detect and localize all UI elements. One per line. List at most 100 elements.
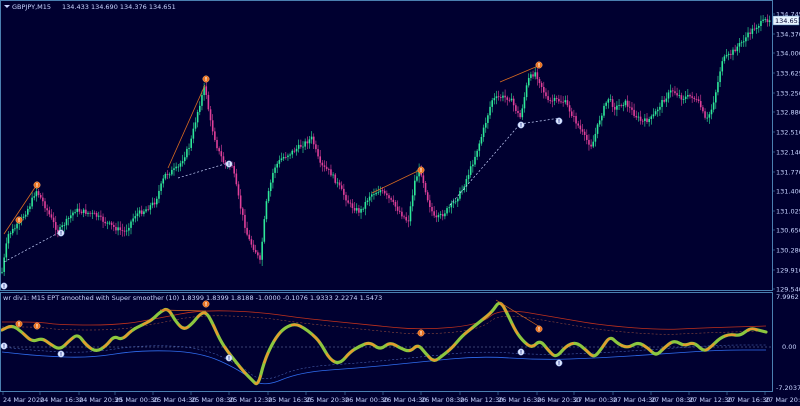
candle-body bbox=[727, 53, 730, 55]
candle-body bbox=[620, 105, 622, 107]
candle-body bbox=[340, 185, 343, 189]
candle-body bbox=[27, 208, 29, 215]
candle-body bbox=[386, 193, 388, 196]
price-axis-label: 132.880 bbox=[776, 108, 800, 116]
candle-body bbox=[732, 49, 734, 55]
candle-body bbox=[205, 86, 208, 95]
candle-body bbox=[760, 20, 762, 27]
candle-body bbox=[269, 182, 272, 192]
candle-body bbox=[506, 97, 509, 100]
candle-body bbox=[24, 214, 27, 217]
candle-body bbox=[267, 191, 270, 202]
candle-body bbox=[95, 213, 98, 217]
bearish-divergence-icon bbox=[33, 322, 41, 330]
price-panel[interactable] bbox=[0, 0, 773, 291]
candle-body bbox=[76, 208, 79, 212]
candle-body bbox=[29, 206, 31, 209]
candle-body bbox=[631, 107, 633, 110]
bearish-divergence-icon bbox=[15, 320, 23, 328]
candle-body bbox=[278, 160, 281, 164]
chart-title: GBPJPY,M15 134.433 134.690 134.376 134.6… bbox=[4, 3, 176, 11]
candle-body bbox=[106, 222, 109, 224]
candle-body bbox=[306, 141, 309, 144]
candle-body bbox=[351, 203, 354, 208]
candle-body bbox=[706, 117, 708, 119]
candle-body bbox=[14, 228, 16, 230]
candle-body bbox=[140, 210, 143, 215]
candle-body bbox=[611, 99, 614, 107]
candle-body bbox=[405, 216, 407, 221]
candle-body bbox=[153, 202, 156, 205]
candle-body bbox=[592, 141, 595, 147]
candle-body bbox=[218, 148, 220, 152]
time-axis-label: 25 Mar 12:30 bbox=[229, 396, 272, 404]
candle-body bbox=[717, 82, 719, 93]
trading-chart[interactable]: GBPJPY,M15 134.433 134.690 134.376 134.6… bbox=[0, 0, 800, 406]
candle-body bbox=[480, 136, 483, 144]
candle-body bbox=[82, 209, 85, 213]
candle-body bbox=[188, 147, 190, 149]
candle-body bbox=[588, 139, 590, 145]
bullish-divergence-icon bbox=[57, 229, 65, 237]
candle-body bbox=[469, 166, 472, 175]
candle-body bbox=[310, 136, 313, 140]
candle-body bbox=[345, 194, 347, 201]
candle-body bbox=[710, 109, 713, 115]
candle-body bbox=[162, 178, 165, 184]
candle-body bbox=[364, 201, 367, 209]
candle-body bbox=[439, 214, 442, 216]
candle-body bbox=[39, 195, 42, 198]
candle-body bbox=[110, 222, 113, 226]
candle-body bbox=[712, 102, 715, 110]
candle-body bbox=[672, 90, 674, 92]
candle-body bbox=[168, 174, 171, 176]
candle-body bbox=[693, 97, 696, 100]
bullish-divergence-icon bbox=[517, 121, 525, 129]
candle-body bbox=[388, 195, 390, 199]
candle-body bbox=[175, 166, 177, 169]
candle-body bbox=[616, 105, 618, 110]
candle-body bbox=[237, 184, 240, 196]
candle-body bbox=[489, 106, 491, 116]
candle-body bbox=[721, 61, 724, 72]
candle-body bbox=[70, 215, 72, 219]
candle-body bbox=[113, 225, 115, 227]
candle-body bbox=[674, 91, 676, 94]
candle-body bbox=[459, 190, 461, 199]
candle-body bbox=[491, 100, 493, 107]
candle-body bbox=[515, 105, 517, 111]
candle-body bbox=[214, 131, 216, 140]
candle-body bbox=[538, 79, 541, 84]
candle-body bbox=[244, 214, 246, 228]
candle-body bbox=[525, 85, 528, 98]
candle-body bbox=[360, 208, 362, 213]
candle-body bbox=[390, 198, 392, 200]
candle-body bbox=[476, 150, 478, 157]
candle-body bbox=[235, 173, 238, 185]
candle-body bbox=[719, 71, 721, 83]
price-axis-label: 131.770 bbox=[776, 168, 800, 176]
time-axis-label: 26 Mar 00:30 bbox=[345, 396, 388, 404]
candle-body bbox=[633, 109, 635, 116]
ohlc-label: 134.433 134.690 134.376 134.651 bbox=[62, 3, 176, 11]
candle-body bbox=[493, 98, 496, 101]
candle-body bbox=[242, 208, 244, 215]
candle-body bbox=[149, 205, 152, 210]
candle-body bbox=[297, 144, 300, 149]
candle-body bbox=[691, 96, 693, 98]
candle-body bbox=[156, 198, 158, 205]
indicator-panel[interactable] bbox=[0, 292, 773, 392]
candle-body bbox=[233, 166, 235, 174]
candle-body bbox=[65, 218, 68, 226]
price-axis: 134.745134.370134.000133.625133.250132.8… bbox=[772, 10, 800, 293]
candle-body bbox=[424, 183, 427, 193]
candle-body bbox=[590, 144, 592, 147]
candle-body bbox=[581, 129, 584, 132]
candle-body bbox=[91, 212, 94, 214]
candle-body bbox=[549, 100, 552, 101]
candle-body bbox=[22, 216, 25, 218]
candle-body bbox=[252, 244, 255, 250]
candle-body bbox=[334, 174, 337, 183]
candle-body bbox=[613, 106, 616, 110]
candle-body bbox=[115, 226, 117, 231]
